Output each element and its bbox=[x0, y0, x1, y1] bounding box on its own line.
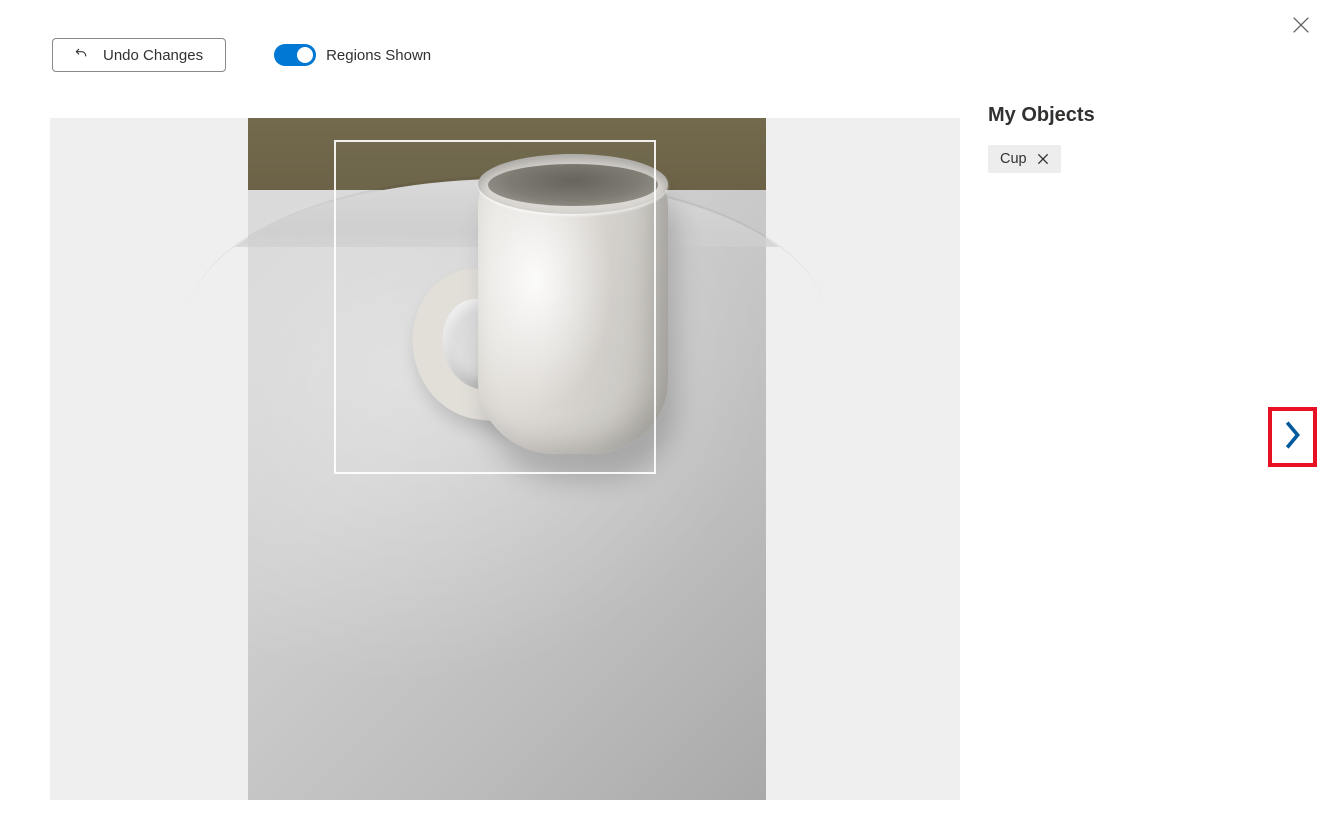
close-icon bbox=[1035, 151, 1051, 167]
regions-toggle-label: Regions Shown bbox=[326, 47, 431, 64]
undo-icon bbox=[73, 45, 89, 65]
toggle-knob bbox=[297, 47, 313, 63]
objects-panel: My Objects Cup bbox=[988, 104, 1248, 173]
remove-tag-button[interactable] bbox=[1035, 151, 1051, 167]
regions-toggle-wrap: Regions Shown bbox=[274, 44, 431, 66]
toolbar: Undo Changes Regions Shown bbox=[52, 38, 431, 72]
close-button[interactable] bbox=[1290, 14, 1312, 36]
regions-toggle[interactable] bbox=[274, 44, 316, 66]
close-icon bbox=[1290, 23, 1312, 40]
image-canvas[interactable] bbox=[50, 118, 960, 800]
training-image bbox=[248, 118, 766, 800]
object-tag-label: Cup bbox=[1000, 151, 1027, 167]
object-tag-cup[interactable]: Cup bbox=[988, 145, 1061, 173]
region-box-cup[interactable] bbox=[334, 140, 656, 474]
objects-panel-title: My Objects bbox=[988, 104, 1248, 127]
undo-button-label: Undo Changes bbox=[103, 47, 203, 64]
next-image-button[interactable] bbox=[1268, 407, 1317, 467]
chevron-right-icon bbox=[1282, 420, 1304, 455]
undo-button[interactable]: Undo Changes bbox=[52, 38, 226, 72]
